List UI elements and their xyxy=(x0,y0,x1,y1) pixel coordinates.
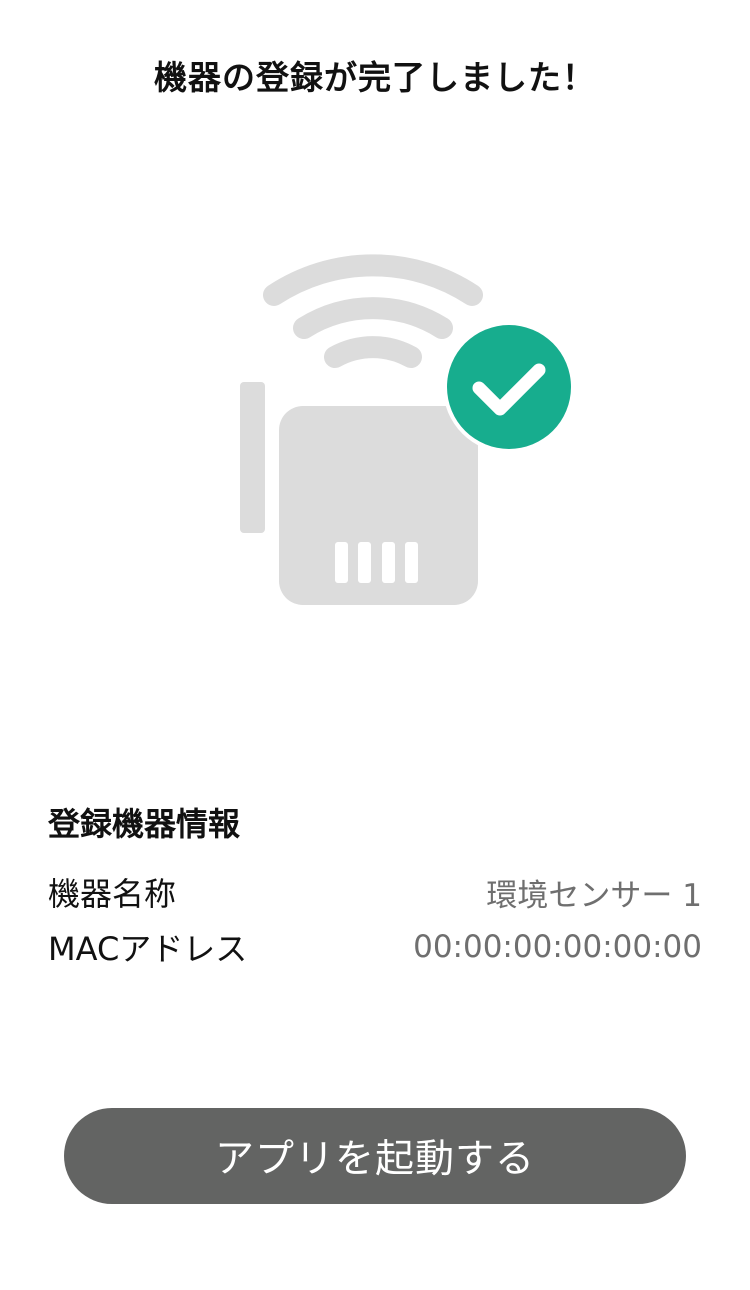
wifi-icon xyxy=(263,254,483,368)
device-body xyxy=(279,406,478,605)
page-title: 機器の登録が完了しました！ xyxy=(154,58,596,97)
device-illustration xyxy=(225,235,585,620)
info-label: MACアドレス xyxy=(48,930,248,968)
antenna xyxy=(240,382,265,533)
info-value: 環境センサー 1 xyxy=(486,877,702,914)
info-label: 機器名称 xyxy=(48,875,177,913)
info-row-device-name: 機器名称 環境センサー 1 xyxy=(48,868,702,916)
check-badge-icon xyxy=(443,321,575,453)
info-row-mac-address: MACアドレス 00:00:00:00:00:00 xyxy=(48,923,702,971)
router-registered-icon xyxy=(240,254,575,605)
section-heading: 登録機器情報 xyxy=(48,805,241,843)
launch-app-button[interactable]: アプリを起動する xyxy=(64,1108,686,1204)
info-value: 00:00:00:00:00:00 xyxy=(413,929,702,965)
